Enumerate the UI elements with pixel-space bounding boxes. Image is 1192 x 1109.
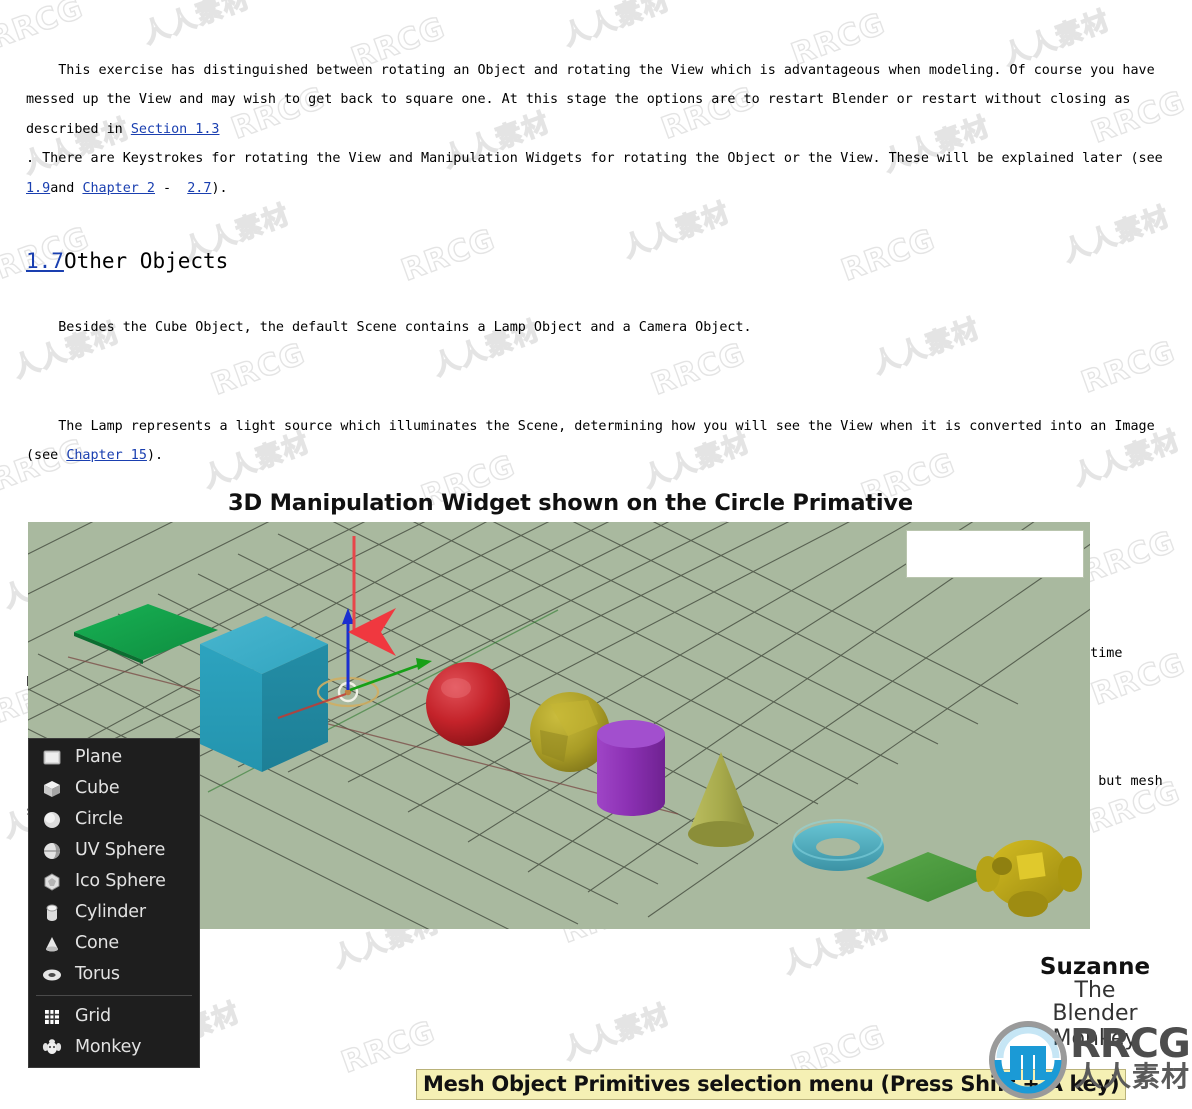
menu-item-label: UV Sphere [75,840,166,860]
rrcg-mark-icon [986,1018,1070,1102]
menu-item-label: Grid [75,1006,111,1026]
rrcg-logo: RRCG 人人素材 [986,1016,1192,1106]
cylinder-icon [41,902,63,924]
monkey-icon [41,1037,63,1059]
empty-callout-box [906,530,1084,578]
menu-separator [36,995,192,996]
text-run: and [50,180,83,196]
object-plane [74,604,218,660]
menu-item-label: Circle [75,809,123,829]
menu-item-cone[interactable]: Cone [29,928,199,959]
cone-icon [41,933,63,955]
link-1-9[interactable]: 1.9 [26,181,50,196]
object-cylinder [597,720,665,816]
rrcg-cjk-text: 人人素材 [1074,1060,1191,1093]
text-run: . There are Keystrokes for rotating the … [26,151,1163,167]
paragraph-b1: Besides the Cube Object, the default Sce… [0,283,1192,372]
paragraph-intro: This exercise has distinguished between … [0,26,1192,233]
object-torus [792,819,884,871]
link-chapter-15[interactable]: Chapter 15 [66,448,147,463]
text-run: ). [146,448,164,464]
uv-sphere-icon [41,840,63,862]
plane-icon [41,747,63,769]
suzanne-line-1: Suzanne [1039,954,1151,980]
menu-item-label: Monkey [75,1037,142,1057]
section-title-text: Other Objects [63,249,229,274]
page-title: 1.7Other Objects [0,249,1192,273]
torus-icon [41,964,63,986]
menu-item-torus[interactable]: Torus [29,959,199,990]
circle-icon [41,809,63,831]
menu-item-circle[interactable]: Circle [29,804,199,835]
link-section-1-3[interactable]: Section 1.3 [131,122,220,137]
object-cube [200,616,328,772]
link-chapter-2[interactable]: Chapter 2 [82,181,155,196]
menu-item-monkey[interactable]: Monkey [29,1032,199,1063]
menu-item-cube[interactable]: Cube [29,773,199,804]
figure-title: 3D Manipulation Widget shown on the Circ… [228,490,913,516]
section-number: 1.7 [26,249,64,274]
object-monkey [976,840,1082,917]
text-run: Besides the Cube Object, the default Sce… [58,319,752,335]
add-mesh-menu[interactable]: Plane Cube Circle UV Sphere Ico Sphere C… [28,738,200,1068]
rrcg-wordmark: RRCG [1070,1021,1191,1067]
object-cone [688,752,754,847]
menu-item-plane[interactable]: Plane [29,742,199,773]
text-run: - [155,180,188,196]
menu-item-grid[interactable]: Grid [29,1001,199,1032]
paragraph-b2: The Lamp represents a light source which… [0,382,1192,500]
ico-sphere-icon [41,871,63,893]
link-2-7[interactable]: 2.7 [187,181,211,196]
object-uv-sphere [426,662,510,746]
cube-icon [41,778,63,800]
object-grid [866,852,990,902]
menu-item-label: Plane [75,747,122,767]
menu-item-label: Ico Sphere [75,871,166,891]
menu-item-label: Cube [75,778,120,798]
text-run: ). [211,180,228,196]
menu-item-label: Cone [75,933,119,953]
menu-item-label: Cylinder [75,902,146,922]
menu-item-uv-sphere[interactable]: UV Sphere [29,835,199,866]
menu-item-cylinder[interactable]: Cylinder [29,897,199,928]
text-run: The Lamp represents a light source which… [26,418,1163,464]
grid-icon [41,1006,63,1028]
suzanne-line-2: The [1074,978,1116,1003]
menu-item-label: Torus [75,964,120,984]
menu-item-ico-sphere[interactable]: Ico Sphere [29,866,199,897]
